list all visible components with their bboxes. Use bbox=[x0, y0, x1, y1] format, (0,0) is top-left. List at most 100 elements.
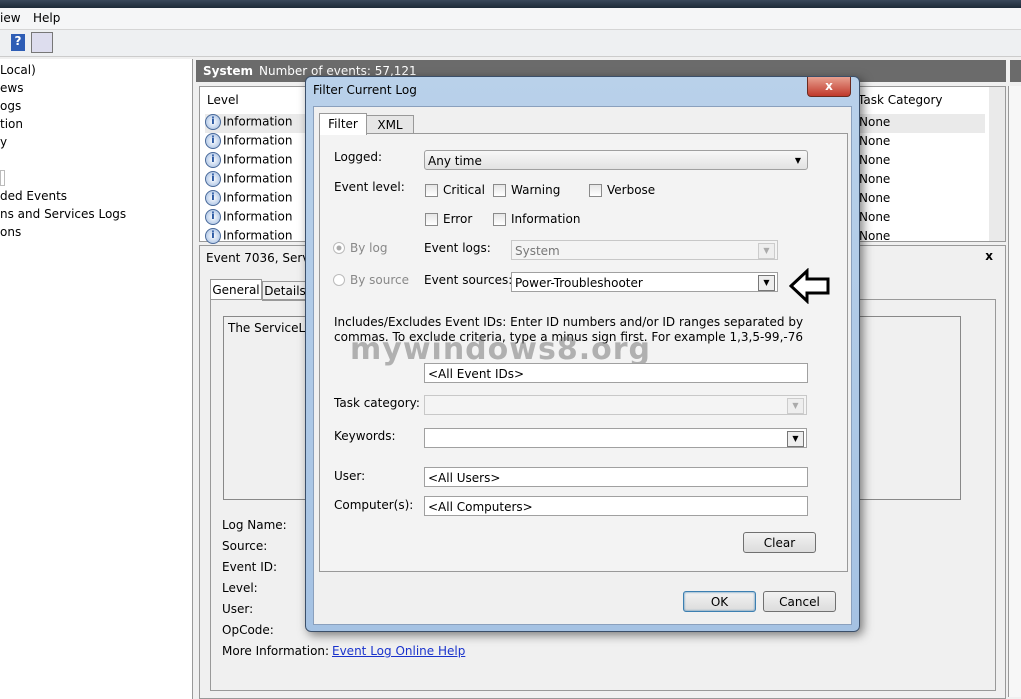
cancel-button[interactable]: Cancel bbox=[763, 591, 836, 612]
row-level: Information bbox=[223, 171, 293, 186]
user-label: User: bbox=[334, 469, 366, 483]
actions-pane bbox=[1008, 86, 1021, 697]
row-task: None bbox=[859, 172, 891, 186]
information-icon: i bbox=[205, 228, 221, 244]
information-icon: i bbox=[205, 114, 221, 130]
tree-item[interactable]: ns and Services Logs bbox=[0, 207, 126, 221]
tree-item[interactable]: tion bbox=[0, 117, 23, 131]
row-level: Information bbox=[223, 228, 293, 243]
label-source: Source: bbox=[222, 539, 268, 553]
label-more-info: More Information: bbox=[222, 644, 330, 658]
chevron-down-icon: ▼ bbox=[758, 243, 775, 259]
chevron-down-icon: ▼ bbox=[787, 431, 804, 447]
critical-checkbox[interactable] bbox=[425, 184, 438, 197]
row-task: None bbox=[859, 153, 891, 167]
tab-xml[interactable]: XML bbox=[366, 115, 414, 135]
verbose-checkbox[interactable] bbox=[589, 184, 602, 197]
actions-header bbox=[1010, 60, 1021, 82]
menu-view[interactable]: iew bbox=[0, 11, 21, 25]
by-source-label: By source bbox=[350, 273, 409, 287]
by-log-radio[interactable] bbox=[333, 242, 345, 254]
menu-bar: iew Help bbox=[0, 8, 1021, 30]
log-name: System bbox=[203, 64, 253, 78]
row-level: Information bbox=[223, 114, 293, 129]
row-task: None bbox=[859, 210, 891, 224]
event-logs-label: Event logs: bbox=[424, 241, 491, 255]
tree-item[interactable]: ons bbox=[0, 225, 21, 239]
help-icon[interactable]: ? bbox=[11, 34, 25, 51]
close-icon[interactable]: x bbox=[985, 249, 993, 263]
warning-label: Warning bbox=[511, 183, 561, 197]
task-category-select[interactable]: ▼ bbox=[424, 395, 807, 415]
tree-item-selected[interactable] bbox=[0, 170, 5, 186]
console-tree: Local) ews ogs tion y ded Events ns and … bbox=[0, 59, 193, 699]
event-sources-select[interactable]: Power-Troubleshooter ▼ bbox=[511, 272, 778, 292]
row-level: Information bbox=[223, 133, 293, 148]
task-category-label: Task category: bbox=[334, 396, 420, 410]
clear-button[interactable]: Clear bbox=[743, 532, 816, 553]
row-level: Information bbox=[223, 190, 293, 205]
label-level: Level: bbox=[222, 581, 258, 595]
information-icon: i bbox=[205, 133, 221, 149]
tab-filter[interactable]: Filter bbox=[319, 113, 367, 135]
keywords-label: Keywords: bbox=[334, 429, 396, 443]
row-level: Information bbox=[223, 209, 293, 224]
tab-general[interactable]: General bbox=[210, 279, 262, 300]
warning-checkbox[interactable] bbox=[493, 184, 506, 197]
tree-item[interactable]: ogs bbox=[0, 99, 21, 113]
label-user: User: bbox=[222, 602, 254, 616]
verbose-label: Verbose bbox=[607, 183, 656, 197]
event-logs-select[interactable]: System ▼ bbox=[511, 240, 778, 260]
row-task: None bbox=[859, 115, 891, 129]
column-level[interactable]: Level bbox=[207, 93, 239, 107]
logged-label: Logged: bbox=[334, 150, 383, 164]
row-task: None bbox=[859, 229, 891, 243]
arrow-left-annotation-icon bbox=[789, 268, 830, 304]
information-icon: i bbox=[205, 190, 221, 206]
by-source-radio[interactable] bbox=[333, 274, 345, 286]
computer-label: Computer(s): bbox=[334, 498, 414, 512]
row-task: None bbox=[859, 191, 891, 205]
logged-select[interactable]: Any time ▼ bbox=[424, 150, 808, 170]
information-icon: i bbox=[205, 209, 221, 225]
row-task: None bbox=[859, 134, 891, 148]
watermark-logo: mywindows8.org bbox=[350, 332, 651, 367]
chevron-down-icon: ▼ bbox=[758, 275, 775, 291]
list-scrollbar[interactable] bbox=[989, 87, 1005, 241]
close-dialog-button[interactable]: x bbox=[807, 77, 851, 97]
event-sources-label: Event sources: bbox=[424, 273, 513, 287]
column-task-category[interactable]: Task Category bbox=[858, 93, 943, 107]
label-log-name: Log Name: bbox=[222, 518, 287, 532]
keywords-select[interactable]: ▼ bbox=[424, 428, 807, 448]
critical-label: Critical bbox=[443, 183, 485, 197]
information-icon: i bbox=[205, 171, 221, 187]
information-checkbox[interactable] bbox=[493, 213, 506, 226]
dialog-title: Filter Current Log bbox=[313, 83, 417, 97]
by-log-label: By log bbox=[350, 241, 388, 255]
tree-item[interactable]: Local) bbox=[0, 63, 36, 77]
ok-button[interactable]: OK bbox=[683, 591, 756, 612]
event-ids-input[interactable]: <All Event IDs> bbox=[424, 363, 808, 383]
online-help-link[interactable]: Event Log Online Help bbox=[332, 644, 465, 658]
information-icon: i bbox=[205, 152, 221, 168]
tab-details[interactable]: Details bbox=[262, 281, 308, 301]
tree-item[interactable]: ews bbox=[0, 81, 23, 95]
row-level: Information bbox=[223, 152, 293, 167]
toolbar: ? bbox=[0, 30, 1021, 57]
user-input[interactable]: <All Users> bbox=[424, 467, 808, 487]
chevron-down-icon: ▼ bbox=[794, 156, 801, 165]
event-level-label: Event level: bbox=[334, 180, 405, 194]
label-event-id: Event ID: bbox=[222, 560, 278, 574]
error-checkbox[interactable] bbox=[425, 213, 438, 226]
information-label: Information bbox=[511, 212, 581, 226]
show-pane-icon[interactable] bbox=[31, 32, 53, 53]
tree-item[interactable]: ded Events bbox=[0, 189, 67, 203]
error-label: Error bbox=[443, 212, 473, 226]
chevron-down-icon: ▼ bbox=[787, 398, 804, 414]
tree-item[interactable]: y bbox=[0, 135, 7, 149]
computer-input[interactable]: <All Computers> bbox=[424, 496, 808, 516]
menu-help[interactable]: Help bbox=[33, 11, 60, 25]
window-title-bar bbox=[0, 0, 1021, 8]
label-opcode: OpCode: bbox=[222, 623, 274, 637]
filter-dialog: Filter Current Log x Filter XML Logged: … bbox=[305, 76, 860, 632]
